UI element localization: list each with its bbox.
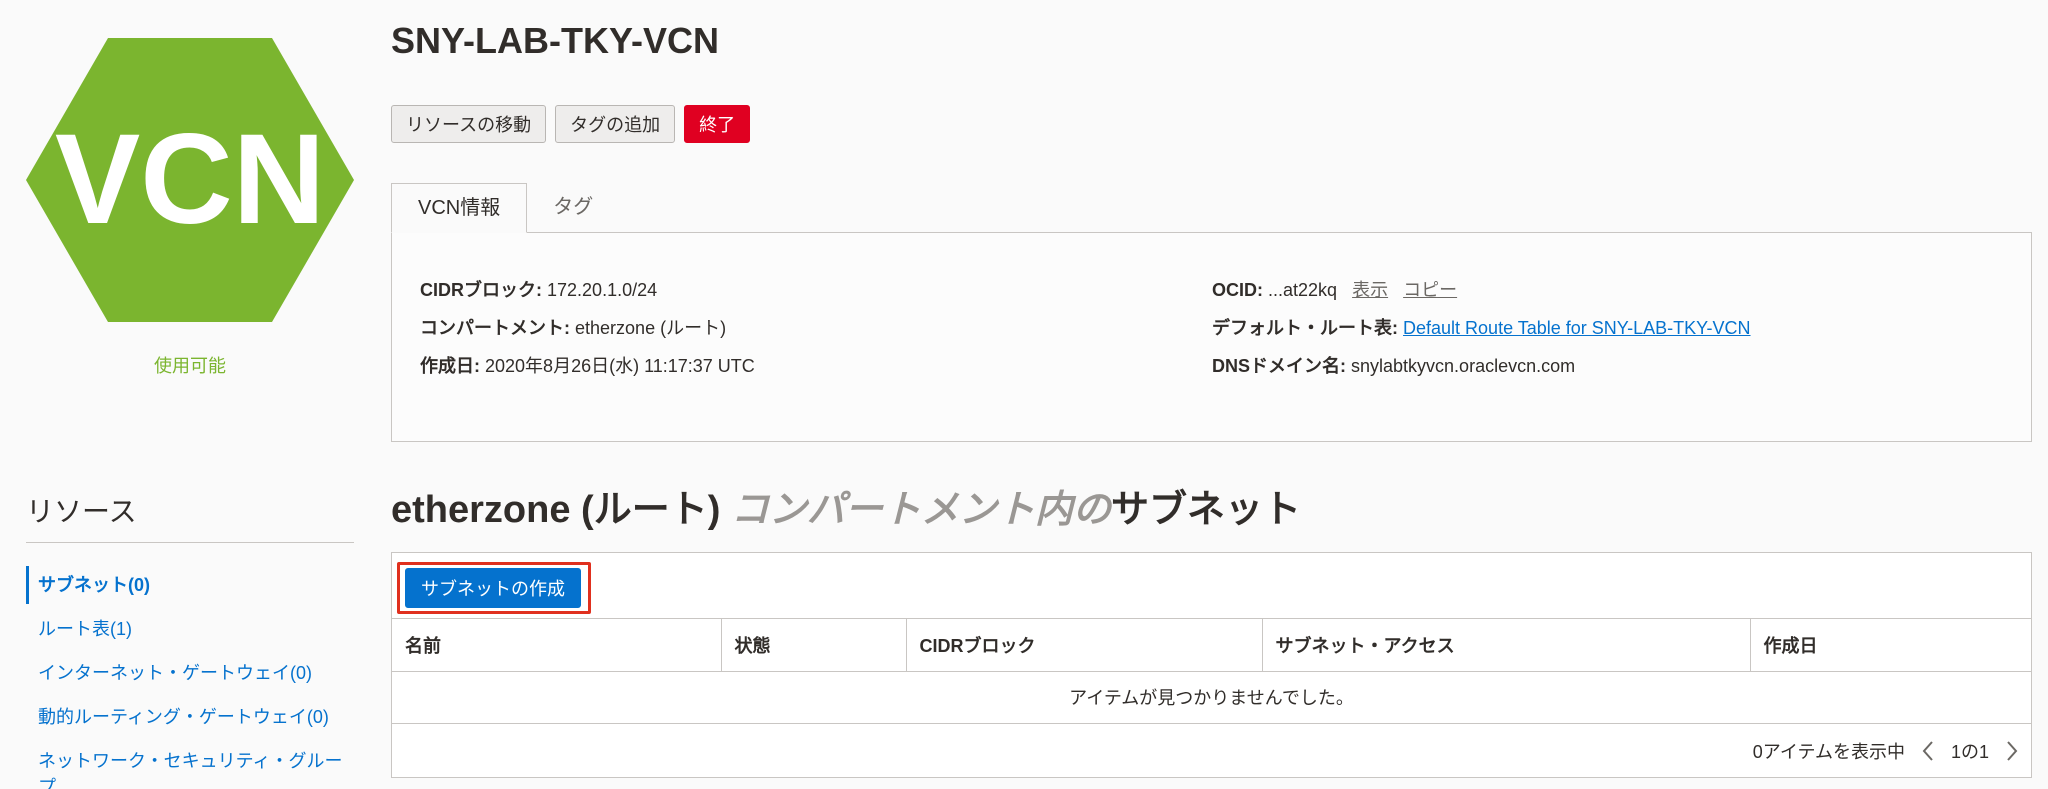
- table-row: アイテムが見つかりませんでした。: [392, 671, 2031, 724]
- info-route-table: デフォルト・ルート表: Default Route Table for SNY-…: [1212, 317, 1751, 355]
- created-label: 作成日:: [420, 356, 480, 376]
- vcn-info-panel: CIDRブロック: 172.20.1.0/24 コンパートメント: etherz…: [391, 232, 2032, 442]
- info-created: 作成日: 2020年8月26日(水) 11:17:37 UTC: [420, 355, 755, 393]
- page-indicator: 1の1: [1950, 742, 1989, 762]
- page-title: SNY-LAB-TKY-VCN: [391, 20, 720, 61]
- cidr-value: 172.20.1.0/24: [547, 280, 658, 300]
- ocid-copy-link[interactable]: コピー: [1403, 280, 1457, 300]
- prev-page-icon[interactable]: [1921, 740, 1935, 762]
- info-compartment: コンパートメント: etherzone (ルート): [420, 317, 755, 355]
- column-header-name[interactable]: 名前: [392, 619, 722, 672]
- action-bar: リソースの移動 タグの追加 終了: [391, 105, 751, 143]
- info-dns: DNSドメイン名: snylabtkyvcn.oraclevcn.com: [1212, 355, 1751, 393]
- left-column: VCN 使用可能 リソース サブネット(0) ルート表(1) インターネット・ゲ…: [0, 0, 380, 789]
- resource-item-route-tables[interactable]: ルート表(1): [26, 616, 354, 642]
- tab-bar: VCN情報 タグ: [391, 183, 619, 233]
- title-italic: コンパートメント内の: [730, 489, 1111, 531]
- column-header-state[interactable]: 状態: [721, 619, 907, 672]
- tab-vcn-info[interactable]: VCN情報: [391, 183, 528, 233]
- main-content: SNY-LAB-TKY-VCN リソースの移動 タグの追加 終了 VCN情報 タ…: [391, 0, 2032, 789]
- terminate-button[interactable]: 終了: [684, 105, 751, 143]
- route-table-label: デフォルト・ルート表:: [1212, 318, 1398, 338]
- column-header-cidr[interactable]: CIDRブロック: [906, 619, 1263, 672]
- dns-value: snylabtkyvcn.oraclevcn.com: [1351, 356, 1576, 376]
- resources-title: リソース: [26, 496, 137, 527]
- showing-count: 0アイテムを表示中: [1752, 742, 1905, 762]
- cidr-label: CIDRブロック:: [420, 280, 542, 300]
- create-subnet-button[interactable]: サブネットの作成: [405, 568, 581, 608]
- info-cidr: CIDRブロック: 172.20.1.0/24: [420, 279, 755, 317]
- info-column-right: OCID: ...at22kq 表示 コピー デフォルト・ルート表: Defau…: [1212, 279, 1751, 393]
- move-resource-button[interactable]: リソースの移動: [391, 105, 547, 143]
- status-badge: 使用可能: [154, 356, 226, 376]
- info-ocid: OCID: ...at22kq 表示 コピー: [1212, 279, 1751, 317]
- next-page-icon[interactable]: [2005, 740, 2019, 762]
- resources-nav: サブネット(0) ルート表(1) インターネット・ゲートウェイ(0) 動的ルーテ…: [26, 566, 354, 789]
- tab-tags[interactable]: タグ: [527, 183, 619, 233]
- table-toolbar: サブネットの作成: [392, 553, 2031, 619]
- resource-item-internet-gateways[interactable]: インターネット・ゲートウェイ(0): [26, 660, 354, 686]
- ocid-show-link[interactable]: 表示: [1352, 280, 1388, 300]
- compartment-label: コンパートメント:: [420, 318, 570, 338]
- resource-item-nsg[interactable]: ネットワーク・セキュリティ・グループ: [26, 748, 354, 789]
- info-column-left: CIDRブロック: 172.20.1.0/24 コンパートメント: etherz…: [420, 279, 755, 393]
- ocid-label: OCID:: [1212, 280, 1263, 300]
- add-tags-button[interactable]: タグの追加: [555, 105, 676, 143]
- created-value: 2020年8月26日(水) 11:17:37 UTC: [485, 356, 755, 376]
- compartment-value: etherzone (ルート): [575, 318, 727, 338]
- title-suffix: サブネット: [1110, 489, 1301, 531]
- vcn-logo-icon: VCN: [26, 38, 354, 322]
- table-header-row: 名前 状態 CIDRブロック サブネット・アクセス 作成日: [392, 619, 2031, 672]
- column-header-access[interactable]: サブネット・アクセス: [1262, 619, 1751, 672]
- pagination: 0アイテムを表示中 1の1: [1753, 725, 2019, 777]
- title-compartment: etherzone (ルート): [391, 489, 721, 531]
- subnets-table: 名前 状態 CIDRブロック サブネット・アクセス 作成日 アイテムが見つかりま…: [392, 619, 2031, 724]
- resources-divider: [26, 542, 354, 543]
- column-header-created[interactable]: 作成日: [1750, 619, 2031, 672]
- subnets-section-title: etherzone (ルート) コンパートメント内のサブネット: [391, 478, 1301, 533]
- subnets-table-container: サブネットの作成 名前 状態 CIDRブロック サブネット・アクセス 作成日 ア…: [391, 552, 2032, 778]
- dns-label: DNSドメイン名:: [1212, 356, 1346, 376]
- default-route-table-link[interactable]: Default Route Table for SNY-LAB-TKY-VCN: [1403, 318, 1751, 338]
- resource-item-drg[interactable]: 動的ルーティング・ゲートウェイ(0): [26, 704, 354, 730]
- empty-message: アイテムが見つかりませんでした。: [392, 671, 2031, 724]
- ocid-value: ...at22kq: [1268, 280, 1338, 300]
- resource-item-subnets[interactable]: サブネット(0): [26, 566, 354, 604]
- logo-text: VCN: [55, 108, 325, 251]
